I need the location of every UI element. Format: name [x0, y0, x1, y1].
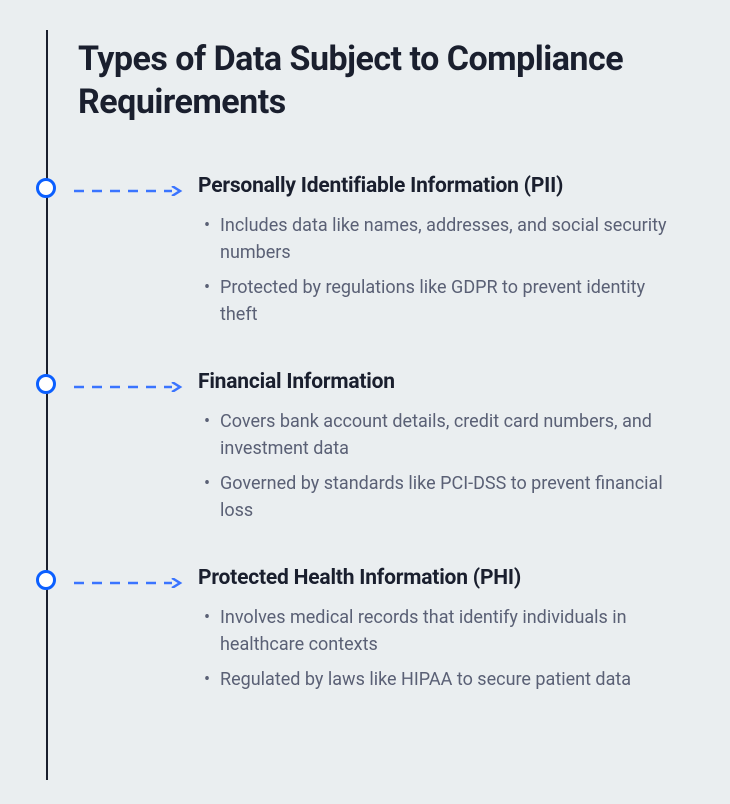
bullet-item: Includes data like names, addresses, and…	[198, 212, 668, 266]
timeline-item-content: Financial Information Covers bank accoun…	[198, 370, 668, 532]
timeline-node-icon	[36, 178, 56, 198]
item-heading: Protected Health Information (PHI)	[198, 566, 668, 590]
item-bullets: Covers bank account details, credit card…	[198, 408, 668, 524]
dashed-arrow-icon	[74, 578, 184, 586]
item-bullets: Includes data like names, addresses, and…	[198, 212, 668, 328]
timeline-item-content: Protected Health Information (PHI) Invol…	[198, 566, 668, 701]
bullet-item: Involves medical records that identify i…	[198, 604, 668, 658]
dashed-arrow-icon	[74, 382, 184, 390]
dashed-arrow-icon	[74, 186, 184, 194]
bullet-item: Protected by regulations like GDPR to pr…	[198, 274, 668, 328]
item-bullets: Involves medical records that identify i…	[198, 604, 668, 693]
page-title: Types of Data Subject to Compliance Requ…	[78, 38, 658, 123]
timeline-item-content: Personally Identifiable Information (PII…	[198, 174, 668, 336]
item-heading: Financial Information	[198, 370, 668, 394]
bullet-item: Covers bank account details, credit card…	[198, 408, 668, 462]
bullet-item: Regulated by laws like HIPAA to secure p…	[198, 666, 668, 693]
item-heading: Personally Identifiable Information (PII…	[198, 174, 668, 198]
timeline-node-icon	[36, 570, 56, 590]
timeline-node-icon	[36, 374, 56, 394]
bullet-item: Governed by standards like PCI-DSS to pr…	[198, 470, 668, 524]
timeline-vertical-line	[46, 30, 48, 780]
